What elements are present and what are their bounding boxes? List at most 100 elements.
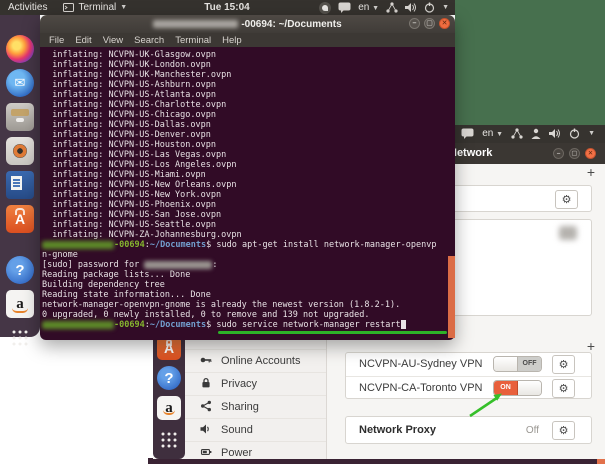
menu-item-search[interactable]: Search xyxy=(134,35,164,46)
terminal-text: Building dependency tree xyxy=(42,280,165,290)
terminal-text: n-gnome xyxy=(42,250,78,260)
rhythmbox-icon[interactable] xyxy=(6,137,34,165)
menu-item-file[interactable]: File xyxy=(49,35,64,46)
terminal-text: inflating: NCVPN-US-Chicago.ovpn xyxy=(42,110,216,120)
terminal-line: -00694:~/Documents$ sudo apt-get install… xyxy=(42,240,455,250)
terminal-text: inflating: NCVPN-US-Seattle.ovpn xyxy=(42,220,216,230)
amazon-icon[interactable]: a xyxy=(6,290,34,318)
minimize-button[interactable]: – xyxy=(553,148,564,159)
network-proxy-label: Network Proxy xyxy=(359,424,437,436)
terminal-text: inflating: NCVPN-UK-Manchester.ovpn xyxy=(42,70,232,80)
terminal-line: inflating: NCVPN-US-Houston.ovpn xyxy=(42,140,455,150)
activities-button[interactable]: Activities xyxy=(0,2,55,13)
toggle-state-label: ON xyxy=(494,381,518,395)
menu-item-help[interactable]: Help xyxy=(222,35,242,46)
terminal-line: inflating: NCVPN-US-Seattle.ovpn xyxy=(42,220,455,230)
app-grid-icon[interactable] xyxy=(6,324,34,352)
indicator-icon[interactable] xyxy=(319,1,332,14)
thunderbird-icon[interactable]: ✉ xyxy=(6,69,34,97)
sidebar-item-power[interactable]: Power xyxy=(184,441,326,464)
terminal-text: inflating: NCVPN-US-Charlotte.ovpn xyxy=(42,100,227,110)
terminal-text: sudo service network-manager restart xyxy=(216,320,401,330)
background-dock: A? a xyxy=(153,336,185,459)
terminal-line: inflating: NCVPN-US-Dallas.ovpn xyxy=(42,120,455,130)
menu-item-view[interactable]: View xyxy=(103,35,123,46)
chat-icon[interactable] xyxy=(461,128,474,139)
clock[interactable]: Tue 15:04 xyxy=(204,2,249,13)
terminal-text: inflating: NCVPN-US-Los Angeles.ovpn xyxy=(42,160,237,170)
blurred-prompt-user xyxy=(42,320,114,329)
toggle-handle xyxy=(518,381,541,395)
network-icon[interactable] xyxy=(386,2,398,13)
sidebar-item-sound[interactable]: Sound xyxy=(184,418,326,441)
terminal-text: 0 upgraded, 0 newly installed, 0 to remo… xyxy=(42,310,370,320)
sidebar-item-label: Power xyxy=(221,447,253,459)
volume-icon[interactable] xyxy=(405,2,417,13)
top-bar: Activities Terminal ▼ Tue 15:04 en ▼ ▼ xyxy=(0,0,455,15)
network-proxy-state: Off xyxy=(525,425,539,436)
sidebar-item-sharing[interactable]: Sharing xyxy=(184,395,326,418)
sidebar-item-online-accounts[interactable]: Online Accounts xyxy=(184,349,326,372)
chevron-down-icon[interactable]: ▼ xyxy=(588,130,595,137)
network-proxy-card: Network Proxy Off ⚙ xyxy=(345,416,592,444)
power-icon[interactable] xyxy=(569,128,580,139)
sound-icon xyxy=(200,423,212,438)
firefox-icon[interactable] xyxy=(6,35,34,63)
terminal-line: inflating: NCVPN-US-Miami.ovpn xyxy=(42,170,455,180)
vpn-toggle[interactable]: ON xyxy=(493,380,542,396)
sidebar-item-privacy[interactable]: Privacy xyxy=(184,372,326,395)
terminal-line: 0 upgraded, 0 newly installed, 0 to remo… xyxy=(42,310,455,320)
help-icon[interactable]: ? xyxy=(157,366,181,390)
terminal-text: -00694 xyxy=(114,240,145,250)
terminal-line: Reading state information... Done xyxy=(42,290,455,300)
chevron-down-icon[interactable]: ▼ xyxy=(442,4,449,11)
minimize-button[interactable]: – xyxy=(409,18,420,29)
menu-item-edit[interactable]: Edit xyxy=(75,35,91,46)
wired-settings-gear-button[interactable]: ⚙ xyxy=(555,190,578,209)
terminal-text: -00694 xyxy=(114,320,145,330)
vpn-card: NCVPN-AU-Sydney VPN OFF ⚙ NCVPN-CA-Toronto … xyxy=(345,352,592,399)
files-icon[interactable] xyxy=(6,103,34,131)
app-grid-icon[interactable] xyxy=(157,428,181,452)
amazon-icon[interactable]: a xyxy=(157,396,181,420)
close-button[interactable]: ✕ xyxy=(585,148,596,159)
terminal-text: inflating: NCVPN-US-Miami.ovpn xyxy=(42,170,206,180)
user-icon[interactable] xyxy=(531,128,541,139)
terminal-text: : xyxy=(212,260,218,270)
power-icon xyxy=(200,446,212,461)
power-icon[interactable] xyxy=(424,2,435,13)
terminal-line: inflating: NCVPN-US-New York.ovpn xyxy=(42,190,455,200)
volume-icon[interactable] xyxy=(549,128,561,139)
vpn-toggle[interactable]: OFF xyxy=(493,356,542,372)
terminal-text: [sudo] password for xyxy=(42,260,145,270)
terminal-cursor xyxy=(400,320,406,329)
vpn-name: NCVPN-CA-Toronto VPN xyxy=(359,382,483,394)
terminal-text: inflating: NCVPN-US-New Orleans.ovpn xyxy=(42,180,237,190)
terminal-output[interactable]: inflating: NCVPN-UK-Glasgow.ovpn inflati… xyxy=(40,47,455,340)
terminal-line: inflating: NCVPN-US-Chicago.ovpn xyxy=(42,110,455,120)
command-underline-annotation xyxy=(218,331,447,334)
app-menu[interactable]: Terminal ▼ xyxy=(55,2,135,13)
maximize-button[interactable]: ▢ xyxy=(569,148,580,159)
help-icon[interactable]: ? xyxy=(6,256,34,284)
terminal-line: -00694:~/Documents$ sudo service network… xyxy=(42,320,455,330)
language-indicator[interactable]: en ▼ xyxy=(358,2,379,13)
chat-icon[interactable] xyxy=(338,2,351,13)
privacy-icon xyxy=(200,377,212,392)
settings-title: Network xyxy=(449,147,493,159)
maximize-button[interactable]: ▢ xyxy=(424,18,435,29)
add-wired-button[interactable]: + xyxy=(584,165,598,180)
terminal-text: $ xyxy=(206,320,217,330)
terminal-titlebar[interactable]: -00694: ~/Documents – ▢ ✕ xyxy=(40,15,455,33)
proxy-settings-gear-button[interactable]: ⚙ xyxy=(552,421,575,440)
terminal-line: inflating: NCVPN-ZA-Johannesburg.ovpn xyxy=(42,230,455,240)
close-button[interactable]: ✕ xyxy=(439,18,450,29)
network-icon[interactable] xyxy=(511,128,523,139)
language-indicator[interactable]: en ▼ xyxy=(482,128,503,139)
vpn-settings-gear-button[interactable]: ⚙ xyxy=(552,355,575,374)
menu-item-terminal[interactable]: Terminal xyxy=(175,35,211,46)
writer-icon[interactable] xyxy=(6,171,34,199)
terminal-icon xyxy=(63,3,75,12)
vpn-settings-gear-button[interactable]: ⚙ xyxy=(552,379,575,398)
software-icon[interactable]: A xyxy=(6,205,34,233)
